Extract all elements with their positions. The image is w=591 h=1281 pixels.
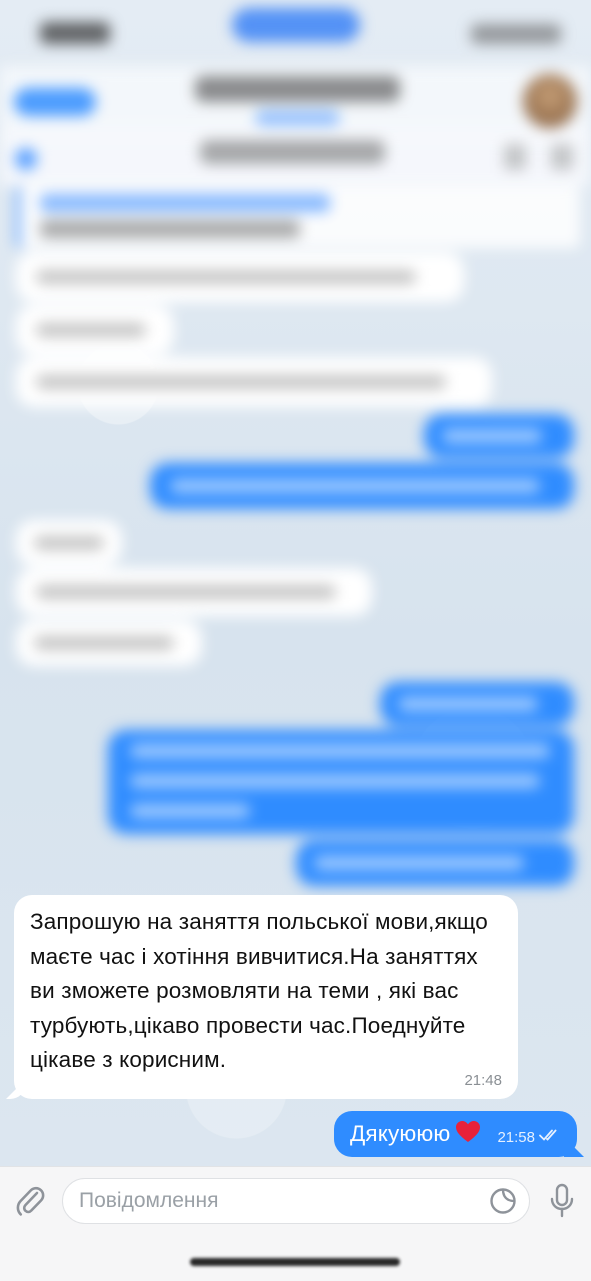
avatar[interactable] (523, 74, 577, 128)
blurred-redacted-area (0, 0, 591, 890)
message-bubble-blurred[interactable] (16, 520, 122, 566)
quote-text-blurred (40, 220, 300, 238)
status-bar (0, 0, 591, 66)
pinned-indicator-icon (15, 148, 37, 170)
paperclip-icon[interactable] (10, 1181, 50, 1221)
sticker-icon[interactable] (488, 1186, 518, 1216)
chat-title-blurred[interactable] (195, 76, 400, 102)
double-check-icon (539, 1128, 561, 1147)
pinned-text-blurred (200, 140, 385, 164)
back-button[interactable] (14, 88, 96, 116)
message-bubble-blurred[interactable] (16, 252, 464, 302)
return-to-call-pill[interactable] (232, 8, 360, 42)
message-bubble-blurred[interactable] (380, 682, 574, 726)
red-heart-icon (455, 1120, 481, 1149)
home-indicator (190, 1258, 400, 1266)
pinned-bar-blurred[interactable] (0, 128, 591, 186)
status-time-blurred (40, 22, 110, 44)
status-icons-blurred (471, 24, 561, 44)
message-meta: 21:58 (497, 1128, 561, 1147)
message-bubble-blurred[interactable] (16, 357, 492, 407)
message-bubble-blurred[interactable] (16, 305, 174, 355)
quote-author-blurred (40, 194, 330, 212)
message-bubble-blurred[interactable] (16, 620, 202, 666)
outgoing-message-bubble[interactable]: Дякуююю 21:58 (334, 1111, 584, 1157)
chat-status-blurred (255, 110, 340, 126)
outgoing-message-time: 21:58 (497, 1129, 535, 1146)
message-input[interactable] (62, 1178, 530, 1224)
incoming-message-bubble[interactable]: Запрошую на заняття польської мови,якщо … (6, 895, 518, 1099)
message-bubble-blurred[interactable] (108, 730, 574, 834)
message-bubble-blurred[interactable] (16, 568, 372, 616)
pinned-close-icon[interactable] (551, 144, 573, 170)
message-bubble-blurred[interactable] (296, 840, 574, 886)
incoming-message-time: 21:48 (464, 1072, 502, 1089)
microphone-icon[interactable] (542, 1181, 582, 1221)
outgoing-message-text: Дякуююю (350, 1121, 451, 1146)
incoming-message-text: Запрошую на заняття польської мови,якщо … (30, 909, 495, 1072)
message-bubble-blurred[interactable] (150, 463, 574, 509)
pinned-action-icon[interactable] (504, 144, 526, 170)
quoted-message-blurred[interactable] (16, 186, 580, 248)
message-bubble-blurred[interactable] (424, 414, 574, 458)
